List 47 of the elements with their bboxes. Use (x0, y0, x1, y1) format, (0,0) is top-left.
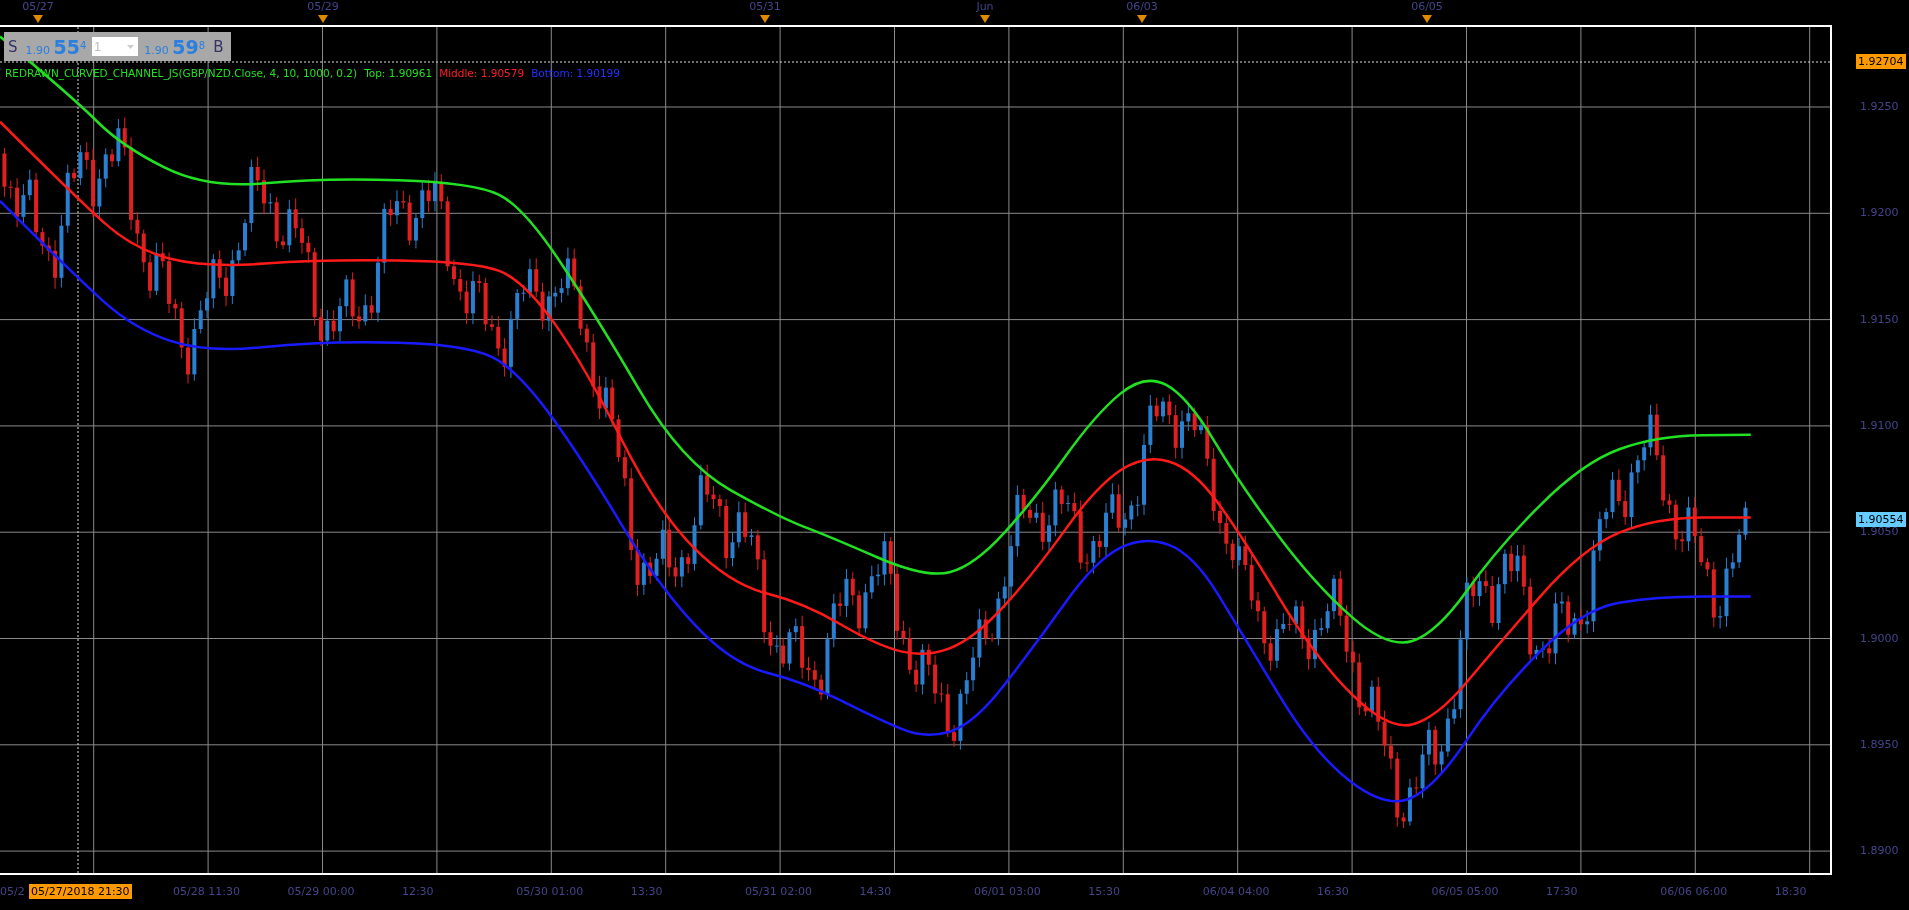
price-label: 1.9100 (1860, 418, 1899, 432)
time-label: 16:30 (1317, 885, 1349, 898)
date-label: 05/29 (307, 0, 339, 13)
price-tag: 1.92704 (1856, 54, 1906, 69)
time-label: 05/31 02:00 (745, 885, 812, 898)
sell-price: 1.90 55$^{4}$ (25, 35, 87, 58)
time-label: 13:30 (630, 885, 663, 898)
time-label: 15:30 (1088, 885, 1120, 898)
date-label: 06/05 (1411, 0, 1443, 13)
date-label: 05/31 (749, 0, 781, 13)
legend-text: Top: 1.90961 (364, 67, 433, 79)
legend-text: Bottom: 1.90199 (531, 67, 620, 79)
date-label: Jun (976, 0, 994, 13)
time-label: 05/30 01:00 (516, 885, 584, 898)
price-label: 1.8900 (1860, 844, 1899, 858)
sell-button[interactable]: S (6, 37, 20, 56)
caret-icon (127, 45, 135, 49)
time-label: 14:30 (859, 885, 892, 898)
price-label: 1.9000 (1860, 631, 1899, 645)
buy-price: 1.90 59$^{8}$ (144, 35, 206, 58)
time-label: 05/2 (0, 885, 25, 898)
marker-icon (33, 15, 43, 23)
time-label: 05/29 00:00 (287, 885, 355, 898)
legend-text: Middle: 1.90579 (439, 67, 525, 79)
price-tag: 1.90554 (1856, 512, 1906, 527)
marker-icon (760, 15, 770, 23)
price-label: 1.8950 (1860, 737, 1899, 751)
price-label: 1.9050 (1860, 525, 1899, 539)
date-label: 06/03 (1126, 0, 1158, 13)
time-label: 06/04 04:00 (1202, 885, 1270, 898)
time-label: 12:30 (401, 885, 434, 898)
price-label: 1.9200 (1860, 206, 1899, 220)
time-label: 17:30 (1545, 885, 1578, 898)
marker-icon (318, 15, 328, 23)
marker-icon (980, 15, 990, 23)
time-label: 06/01 03:00 (973, 885, 1041, 898)
date-label: 05/27 (22, 0, 54, 13)
time-label: 18:30 (1774, 885, 1807, 898)
time-label: 06/06 06:00 (1660, 885, 1728, 898)
time-label: 06/05 05:00 (1431, 885, 1499, 898)
crosshair-time-tag: 05/27/2018 21:30 (29, 884, 132, 899)
time-label: 05/28 11:30 (173, 885, 240, 898)
price-label: 1.9250 (1860, 100, 1899, 113)
buy-button[interactable]: B (211, 37, 226, 56)
marker-icon (1422, 15, 1432, 23)
price-label: 1.9150 (1860, 312, 1899, 326)
marker-icon (1137, 15, 1147, 23)
